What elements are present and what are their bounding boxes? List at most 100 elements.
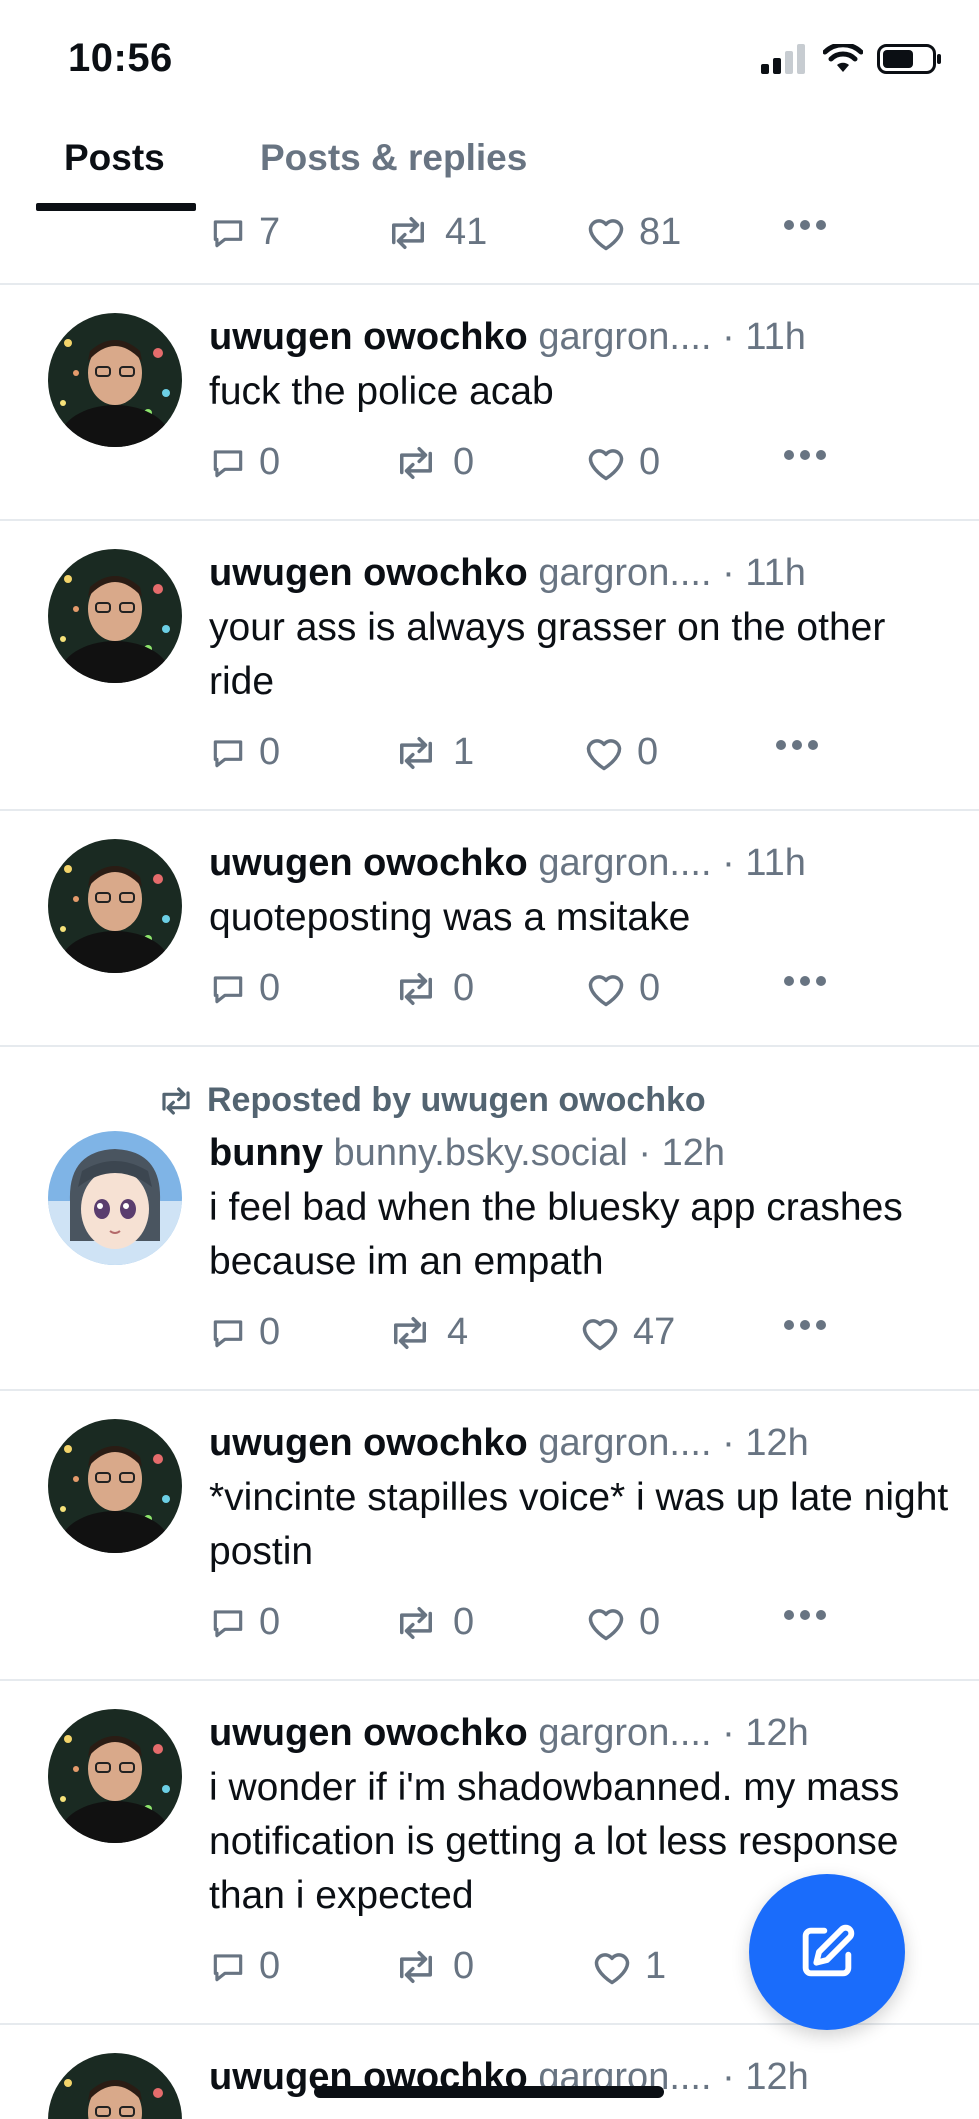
avatar[interactable] (48, 1419, 182, 1553)
separator-dot: · (722, 316, 735, 358)
repost-button[interactable]: 0 (391, 1601, 474, 1644)
avatar[interactable] (48, 1709, 182, 1843)
reply-button[interactable]: 0 (209, 967, 280, 1010)
heart-icon (588, 448, 624, 480)
reply-button[interactable]: 7 (209, 211, 280, 254)
repost-icon (400, 1606, 432, 1639)
repost-button[interactable]: 0 (391, 967, 474, 1010)
home-indicator[interactable] (314, 2086, 664, 2098)
author-name[interactable]: bunny (209, 1132, 323, 1174)
post-content: bunny bunny.bsky.social · 12h i feel bad… (209, 1129, 919, 1289)
more-options-button[interactable] (783, 1319, 827, 1331)
repost-count: 0 (453, 441, 475, 483)
repost-count: 1 (453, 731, 475, 773)
post-text: quoteposting was a msitake (209, 896, 691, 939)
avatar[interactable] (48, 549, 182, 683)
reply-button[interactable]: 0 (209, 731, 280, 774)
avatar[interactable] (48, 839, 182, 973)
more-options-button[interactable] (783, 219, 827, 231)
post-feed: 7 41 81 uwugen owochko gargron.... · 11h… (0, 205, 979, 2119)
post-header: uwugen owochko gargron.... · 11h (209, 313, 949, 361)
post-text: your ass is always grasser on the other … (209, 606, 886, 703)
reply-button[interactable]: 0 (209, 1311, 280, 1354)
more-options-button[interactable] (783, 1609, 827, 1621)
author-name[interactable]: uwugen owochko (209, 842, 528, 884)
post-time: 12h (661, 1132, 726, 1174)
post-time: 11h (745, 842, 806, 884)
author-name[interactable]: uwugen owochko (209, 316, 528, 358)
like-button[interactable]: 0 (585, 967, 660, 1010)
author-handle: gargron.... (538, 1422, 712, 1464)
post[interactable]: uwugen owochko gargron.... · 12h *vincin… (0, 1391, 979, 1681)
post[interactable]: uwugen owochko gargron.... · 11h quotepo… (0, 811, 979, 1047)
reply-icon (213, 1609, 243, 1637)
repost-button[interactable]: 41 (383, 211, 487, 254)
repost-icon (400, 1950, 432, 1983)
more-options-button[interactable] (783, 975, 827, 987)
like-button[interactable]: 0 (583, 731, 658, 774)
like-count: 47 (633, 1311, 676, 1353)
avatar[interactable] (48, 2053, 182, 2119)
author-handle: gargron.... (538, 1712, 712, 1754)
post[interactable]: uwugen owochko gargron.... · 11h fuck th… (0, 285, 979, 521)
separator-dot: · (722, 842, 735, 884)
post-header: uwugen owochko gargron.... · 11h (209, 839, 949, 887)
post-partial[interactable]: uwugen owochko gargron.... · 12h (0, 2025, 979, 2119)
post-actions: 0 1 0 (209, 731, 849, 781)
like-button[interactable]: 0 (585, 1601, 660, 1644)
reply-button[interactable]: 0 (209, 1945, 280, 1988)
more-options-button[interactable] (783, 449, 827, 461)
like-count: 81 (639, 211, 682, 253)
repost-button[interactable]: 0 (391, 1945, 474, 1988)
wifi-icon (823, 44, 863, 72)
post[interactable]: uwugen owochko gargron.... · 11h your as… (0, 521, 979, 811)
signal-icon (761, 44, 805, 74)
author-name[interactable]: uwugen owochko (209, 1712, 528, 1754)
like-button[interactable]: 81 (585, 211, 681, 254)
reply-count: 0 (259, 1601, 281, 1643)
repost-indicator: Reposted by uwugen owochko (155, 1081, 706, 1120)
compose-icon (802, 1924, 855, 1977)
post-content: uwugen owochko gargron.... · 11h quotepo… (209, 839, 949, 945)
post-header: bunny bunny.bsky.social · 12h (209, 1129, 919, 1177)
post-actions: 0 0 0 (209, 967, 849, 1017)
heart-icon (588, 1608, 624, 1640)
author-name[interactable]: uwugen owochko (209, 552, 528, 594)
post-time: 11h (745, 316, 806, 358)
author-handle: gargron.... (538, 316, 712, 358)
avatar[interactable] (48, 313, 182, 447)
more-icon (784, 976, 826, 986)
author-handle: bunny.bsky.social (333, 1132, 628, 1174)
repost-icon (162, 1086, 190, 1115)
post-repost[interactable]: Reposted by uwugen owochko bunny bunny.b… (0, 1047, 979, 1391)
like-count: 0 (639, 1601, 661, 1643)
reply-count: 0 (259, 731, 281, 773)
more-icon (784, 1320, 826, 1330)
repost-label[interactable]: Reposted by uwugen owochko (207, 1081, 706, 1120)
reply-button[interactable]: 0 (209, 1601, 280, 1644)
like-button[interactable]: 1 (591, 1945, 666, 1988)
reply-icon (213, 1953, 243, 1981)
reply-count: 0 (259, 1945, 281, 1987)
reply-count: 7 (259, 211, 281, 253)
tab-posts[interactable]: Posts (64, 137, 165, 179)
avatar[interactable] (48, 1131, 182, 1265)
more-options-button[interactable] (775, 739, 819, 751)
repost-button[interactable]: 0 (391, 441, 474, 484)
like-button[interactable]: 0 (585, 441, 660, 484)
reply-button[interactable]: 0 (209, 441, 280, 484)
like-count: 0 (637, 731, 659, 773)
tab-posts-and-replies[interactable]: Posts & replies (260, 137, 527, 179)
repost-button[interactable]: 4 (385, 1311, 468, 1354)
post-text: fuck the police acab (209, 370, 554, 413)
compose-button[interactable] (749, 1874, 905, 2030)
reply-icon (213, 739, 243, 767)
repost-button[interactable]: 1 (391, 731, 474, 774)
post-actions: 0 4 47 (209, 1311, 849, 1361)
status-time: 10:56 (68, 36, 173, 80)
like-count: 0 (639, 441, 661, 483)
author-name[interactable]: uwugen owochko (209, 1422, 528, 1464)
like-count: 1 (645, 1945, 667, 1987)
repost-count: 41 (445, 211, 488, 253)
like-button[interactable]: 47 (579, 1311, 675, 1354)
